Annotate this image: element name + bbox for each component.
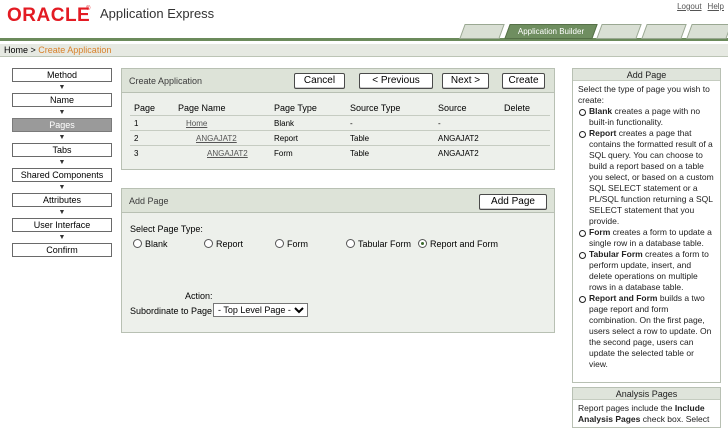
cell-delete: [500, 145, 550, 161]
table-row: 2 ANGAJAT2 Report Table ANGAJAT2: [130, 130, 550, 146]
radio-icon: [346, 239, 355, 248]
radio-report-and-form[interactable]: Report and Form: [418, 239, 498, 249]
cell-source-type: -: [346, 115, 434, 131]
radio-tabular-form[interactable]: Tabular Form: [346, 239, 411, 249]
action-label: Action:: [185, 291, 213, 301]
cell-source: ANGAJAT2: [434, 145, 500, 161]
radio-selected-icon: [418, 239, 427, 248]
page-name-link[interactable]: Home: [186, 119, 207, 128]
logout-link[interactable]: Logout: [677, 2, 701, 11]
radio-icon: [133, 239, 142, 248]
breadcrumb-separator: >: [28, 45, 39, 55]
cell-delete: [500, 130, 550, 146]
step-pages[interactable]: Pages: [12, 118, 112, 132]
step-attributes[interactable]: Attributes: [12, 193, 112, 207]
previous-button[interactable]: < Previous: [359, 73, 433, 89]
step-shared-components[interactable]: Shared Components: [12, 168, 112, 182]
region-header: Add Page Add Page: [122, 189, 554, 213]
col-delete: Delete: [504, 103, 531, 113]
table-row: 1 Home Blank - -: [130, 115, 550, 131]
step-arrow-icon: ▼: [58, 209, 66, 216]
cell-page: 3: [130, 145, 174, 161]
col-page-name: Page Name: [178, 103, 226, 113]
help-panel: Add Page Select the type of page you wis…: [572, 68, 721, 383]
next-button[interactable]: Next >: [442, 73, 489, 89]
help-item: Report and Form builds a two page report…: [578, 293, 715, 370]
cell-delete: [500, 115, 550, 131]
subordinate-label: Subordinate to Page: [130, 306, 213, 316]
region-header: Create Application Cancel < Previous Nex…: [122, 69, 554, 93]
help-title: Add Page: [573, 69, 720, 81]
table-row: 3 ANGAJAT2 Form Table ANGAJAT2: [130, 145, 550, 161]
pages-table: Page Page Name Page Type Source Type Sou…: [130, 101, 550, 161]
step-tabs[interactable]: Tabs: [12, 143, 112, 157]
cell-source-type: Table: [346, 145, 434, 161]
cell-source: -: [434, 115, 500, 131]
page-name-link[interactable]: ANGAJAT2: [207, 149, 248, 158]
tab-application-builder[interactable]: Application Builder: [504, 24, 598, 39]
help-link[interactable]: Help: [708, 2, 724, 11]
radio-report[interactable]: Report: [204, 239, 243, 249]
radio-blank[interactable]: Blank: [133, 239, 168, 249]
cell-page-type: Form: [270, 145, 346, 161]
step-arrow-icon: ▼: [58, 134, 66, 141]
subordinate-select[interactable]: - Top Level Page -: [213, 303, 308, 317]
top-links: Logout Help: [671, 2, 724, 11]
wizard-steps: Method ▼ Name ▼ Pages ▼ Tabs ▼ Shared Compon…: [12, 68, 112, 257]
help-item: Tabular Form creates a form to perform u…: [578, 249, 715, 293]
breadcrumb: Home > Create Application: [0, 44, 728, 57]
step-arrow-icon: ▼: [58, 159, 66, 166]
tab-utilities[interactable]: [641, 24, 687, 39]
col-source-type: Source Type: [350, 103, 401, 113]
help-list: Blank creates a page with no built-in fu…: [578, 106, 715, 370]
region-title: Create Application: [129, 76, 203, 86]
cancel-button[interactable]: Cancel: [294, 73, 345, 89]
help-intro: Select the type of page you wish to crea…: [578, 84, 710, 105]
table-header-row: Page Page Name Page Type Source Type Sou…: [130, 101, 550, 116]
tab-home[interactable]: [459, 24, 505, 39]
oracle-logo: ORACLE: [7, 5, 91, 26]
breadcrumb-current: Create Application: [38, 45, 112, 55]
radio-icon: [275, 239, 284, 248]
help-body: Select the type of page you wish to crea…: [573, 81, 720, 373]
step-arrow-icon: ▼: [58, 109, 66, 116]
registered-mark: ®: [86, 6, 91, 12]
region-title: Add Page: [129, 196, 169, 206]
help-item: Form creates a form to update a single r…: [578, 227, 715, 249]
radio-form[interactable]: Form: [275, 239, 308, 249]
analysis-body: Report pages include the Include Analysi…: [578, 403, 710, 424]
analysis-title: Analysis Pages: [573, 388, 720, 400]
tab-sql-workshop[interactable]: [596, 24, 642, 39]
help-item: Blank creates a page with no built-in fu…: [578, 106, 715, 128]
cell-page-type: Report: [270, 130, 346, 146]
breadcrumb-home[interactable]: Home: [4, 45, 28, 55]
page-name-link[interactable]: ANGAJAT2: [196, 134, 237, 143]
add-page-region: Add Page Add Page Select Page Type: Blan…: [121, 188, 555, 333]
analysis-pages-panel: Analysis Pages Report pages include the …: [572, 387, 721, 428]
col-page: Page: [134, 103, 156, 113]
cell-source-type: Table: [346, 130, 434, 146]
step-arrow-icon: ▼: [58, 84, 66, 91]
radio-icon: [204, 239, 213, 248]
cell-source: ANGAJAT2: [434, 130, 500, 146]
create-button[interactable]: Create: [502, 73, 545, 89]
col-page-type: Page Type: [274, 103, 317, 113]
step-user-interface[interactable]: User Interface: [12, 218, 112, 232]
create-application-region: Create Application Cancel < Previous Nex…: [121, 68, 555, 170]
step-arrow-icon: ▼: [58, 234, 66, 241]
app-title: Application Express: [100, 6, 215, 21]
col-source: Source: [438, 103, 467, 113]
cell-page: 1: [130, 115, 174, 131]
tab-administration[interactable]: [686, 24, 728, 39]
step-confirm[interactable]: Confirm: [12, 243, 112, 257]
select-page-type-label: Select Page Type:: [130, 224, 203, 234]
step-method[interactable]: Method: [12, 68, 112, 82]
cell-page-type: Blank: [270, 115, 346, 131]
cell-page: 2: [130, 130, 174, 146]
step-arrow-icon: ▼: [58, 184, 66, 191]
add-page-button[interactable]: Add Page: [479, 194, 547, 210]
help-item: Report creates a page that contains the …: [578, 128, 715, 227]
step-name[interactable]: Name: [12, 93, 112, 107]
